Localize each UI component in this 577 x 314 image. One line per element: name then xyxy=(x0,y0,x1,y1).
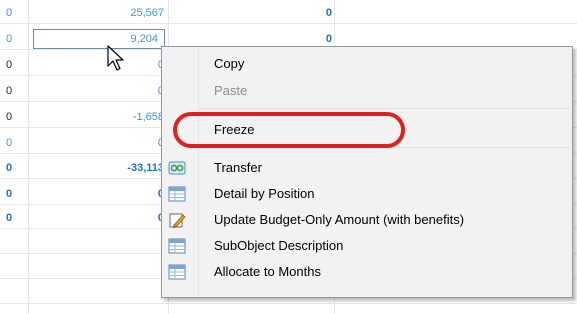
freeze-highlight-annotation xyxy=(173,112,405,148)
grid-cell[interactable]: 0 xyxy=(6,29,26,49)
grid-cell[interactable]: 0 xyxy=(6,81,26,101)
grid-table-icon xyxy=(168,237,186,255)
selected-cell-border xyxy=(33,29,165,49)
menu-item-update-budget-only-amount[interactable]: Update Budget-Only Amount (with benefits… xyxy=(163,207,571,233)
edit-pencil-icon xyxy=(168,211,186,229)
menu-item-paste[interactable]: Paste xyxy=(163,78,571,104)
menu-item-label: Copy xyxy=(214,56,245,71)
grid-cell[interactable]: 0 xyxy=(6,208,26,228)
grid-cell[interactable]: 0 xyxy=(6,107,26,127)
grid-cell[interactable]: 0 xyxy=(6,55,26,75)
grid-cell[interactable]: 0 xyxy=(6,184,26,204)
grid-cell[interactable]: 0 xyxy=(30,184,164,204)
spreadsheet-view: 0 25,567 0 0 9,204 0 0 0 0 0 0 -1,658 0 … xyxy=(0,0,577,314)
grid-cell[interactable]: 0 xyxy=(30,208,164,228)
context-menu: Copy Paste Freeze Transfer Detail by Pos… xyxy=(161,46,573,298)
grid-table-icon xyxy=(168,263,186,281)
mouse-pointer-icon xyxy=(107,45,124,71)
grid-cell[interactable]: -1,658 xyxy=(30,107,164,127)
menu-item-detail-by-position[interactable]: Detail by Position xyxy=(163,181,571,207)
grid-cell[interactable]: -33,113 xyxy=(30,158,164,178)
menu-item-label: Transfer xyxy=(214,160,262,175)
grid-cell[interactable]: 25,567 xyxy=(30,3,164,23)
menu-item-allocate-to-months[interactable]: Allocate to Months xyxy=(163,259,571,285)
transfer-icon xyxy=(168,159,186,177)
menu-item-label: Allocate to Months xyxy=(214,264,321,279)
table-row[interactable]: 0 25,567 0 xyxy=(0,3,577,24)
menu-item-label: Detail by Position xyxy=(214,186,315,201)
grid-cell[interactable]: 0 xyxy=(170,3,332,23)
menu-item-subobject-description[interactable]: SubObject Description xyxy=(163,233,571,259)
grid-table-icon xyxy=(168,185,186,203)
menu-item-label: Update Budget-Only Amount (with benefits… xyxy=(214,212,465,227)
grid-cell[interactable]: 0 xyxy=(6,3,26,23)
grid-cell[interactable]: 0 xyxy=(6,133,26,153)
grid-cell[interactable]: 0 xyxy=(30,55,164,75)
menu-item-label: SubObject Description xyxy=(214,238,344,253)
menu-item-transfer[interactable]: Transfer xyxy=(163,155,571,181)
grid-cell[interactable]: 0 xyxy=(30,133,164,153)
grid-cell[interactable]: 0 xyxy=(30,81,164,101)
menu-item-label: Paste xyxy=(214,83,248,98)
menu-separator xyxy=(198,108,570,109)
menu-item-copy[interactable]: Copy xyxy=(163,51,571,77)
grid-cell[interactable]: 0 xyxy=(6,158,26,178)
